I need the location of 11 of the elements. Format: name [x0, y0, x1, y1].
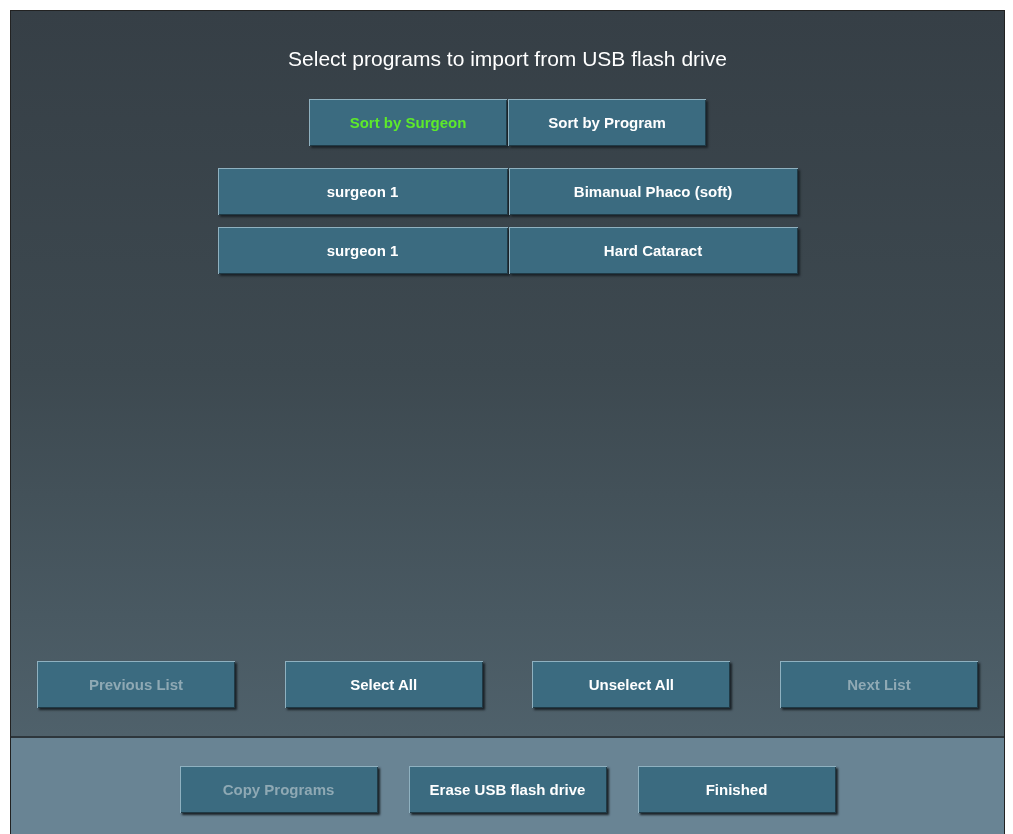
screen-title: Select programs to import from USB flash drive — [288, 47, 727, 72]
footer-button[interactable]: Finished — [637, 766, 836, 813]
program-cell[interactable]: Hard Cataract — [508, 227, 798, 274]
list-button[interactable]: Unselect All — [532, 661, 731, 708]
program-cell[interactable]: Bimanual Phaco (soft) — [508, 168, 798, 215]
surgeon-cell[interactable]: surgeon 1 — [217, 227, 508, 274]
list-button[interactable]: Select All — [284, 661, 483, 708]
footer-button[interactable]: Erase USB flash drive — [408, 766, 607, 813]
sort-tab[interactable]: Sort by Program — [508, 99, 706, 146]
sort-tab[interactable]: Sort by Surgeon — [309, 99, 507, 146]
surgeon-cell[interactable]: surgeon 1 — [217, 168, 508, 215]
